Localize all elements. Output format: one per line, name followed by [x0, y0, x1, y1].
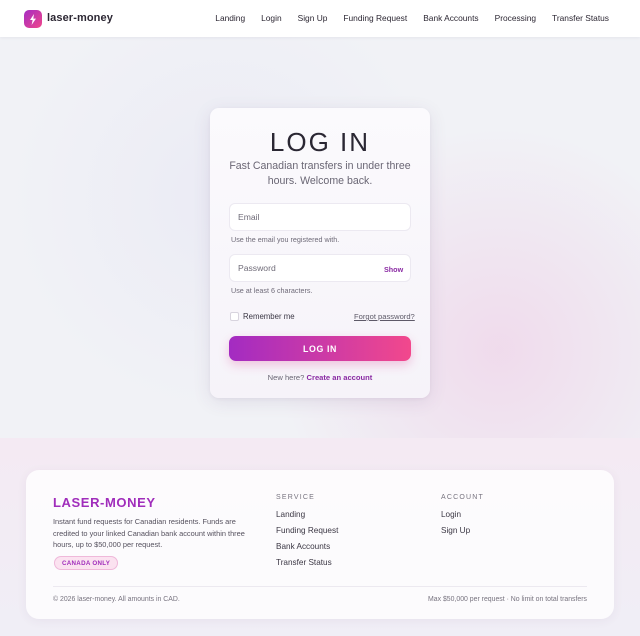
footer-description: Instant fund requests for Canadian resid… — [53, 517, 245, 549]
nav-bank-accounts[interactable]: Bank Accounts — [423, 13, 478, 23]
forgot-password-link[interactable]: Forgot password? — [354, 312, 415, 321]
footer-link-bank-accounts[interactable]: Bank Accounts — [276, 542, 330, 551]
remember-me-checkbox[interactable] — [230, 312, 239, 321]
signup-prompt: New here? Create an account — [210, 373, 430, 382]
password-hint: Use at least 6 characters. — [231, 286, 313, 295]
footer-link-transfer-status[interactable]: Transfer Status — [276, 558, 332, 567]
email-input[interactable] — [229, 203, 411, 231]
service-heading: SERVICE — [276, 494, 316, 501]
main-nav: Landing Login Sign Up Funding Request Ba… — [199, 13, 609, 23]
login-subtitle: Fast Canadian transfers in under three h… — [229, 160, 411, 187]
copyright-text: © 2026 laser-money. All amounts in CAD. — [53, 596, 180, 603]
nav-processing[interactable]: Processing — [495, 13, 536, 23]
lightning-bolt-glyph — [30, 13, 36, 25]
nav-sign-up[interactable]: Sign Up — [298, 13, 328, 23]
brand-name[interactable]: laser-money — [47, 12, 113, 24]
show-password-button[interactable]: Show — [384, 265, 403, 274]
footer-link-login[interactable]: Login — [441, 510, 461, 519]
footer-divider — [53, 586, 587, 587]
top-header: laser-money Landing Login Sign Up Fundin… — [0, 0, 640, 37]
footer-link-funding-request[interactable]: Funding Request — [276, 526, 338, 535]
login-button[interactable]: LOG IN — [229, 336, 411, 361]
create-account-link[interactable]: Create an account — [307, 373, 373, 382]
page-title: LOG IN — [269, 127, 371, 157]
footer-link-sign-up[interactable]: Sign Up — [441, 526, 470, 535]
transfer-limit-note: Max $50,000 per request · No limit on to… — [428, 596, 587, 603]
nav-funding-request[interactable]: Funding Request — [343, 13, 407, 23]
footer-brand: LASER-MONEY — [53, 495, 156, 510]
email-hint: Use the email you registered with. — [231, 235, 340, 244]
account-heading: ACCOUNT — [441, 494, 485, 501]
nav-login[interactable]: Login — [261, 13, 282, 23]
nav-transfer-status[interactable]: Transfer Status — [552, 13, 609, 23]
lightning-bolt-icon[interactable] — [24, 10, 42, 28]
new-here-text: New here? — [267, 373, 305, 382]
nav-landing[interactable]: Landing — [215, 13, 245, 23]
canada-only-badge: CANADA ONLY — [54, 556, 119, 570]
footer-link-landing[interactable]: Landing — [276, 510, 305, 519]
remember-me-label[interactable]: Remember me — [243, 312, 295, 321]
